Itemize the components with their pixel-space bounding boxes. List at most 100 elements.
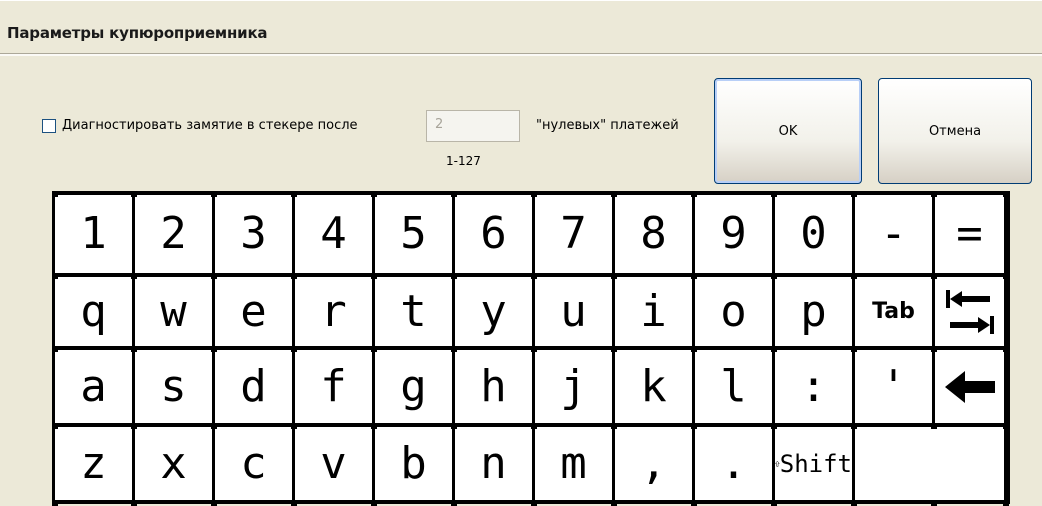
key-0[interactable]: 0 (775, 195, 852, 273)
key-label: 2 (160, 208, 187, 259)
diagnose-jam-checkbox[interactable] (42, 119, 56, 133)
key-s[interactable]: s (135, 350, 212, 423)
grid-dot (291, 346, 297, 352)
key-i[interactable]: i (615, 277, 692, 346)
key-label: = (956, 208, 983, 259)
key-minus[interactable]: - (855, 195, 932, 273)
ok-button[interactable]: OK (714, 78, 862, 184)
key-7[interactable]: 7 (535, 195, 612, 273)
key-label: g (400, 360, 427, 412)
key-equals[interactable]: = (935, 195, 1004, 273)
grid-dot (52, 423, 58, 429)
key-9[interactable]: 9 (695, 195, 772, 273)
grid-dot (771, 423, 777, 429)
cancel-button[interactable]: Отмена (878, 78, 1032, 184)
grid-dot (931, 273, 937, 279)
key-p[interactable]: p (775, 277, 852, 346)
grid-dot (451, 273, 457, 279)
key-a[interactable]: a (55, 350, 132, 423)
key-label: 0 (800, 208, 827, 259)
grid-dot (1003, 500, 1009, 506)
key-shift[interactable]: Shift (775, 427, 852, 500)
key-label: q (80, 285, 107, 337)
key-label: o (720, 285, 747, 337)
title-bar-edge (0, 0, 1042, 1)
key-label: c (240, 437, 267, 489)
grid-dot (291, 423, 297, 429)
key-b[interactable]: b (375, 427, 452, 500)
key-label: t (400, 285, 427, 337)
key-h[interactable]: h (455, 350, 532, 423)
grid-dot (371, 191, 377, 197)
key-5[interactable]: 5 (375, 195, 452, 273)
key-g[interactable]: g (375, 350, 452, 423)
key-label: u (560, 285, 587, 337)
key-8[interactable]: 8 (615, 195, 692, 273)
key-6[interactable]: 6 (455, 195, 532, 273)
key-backspace[interactable] (935, 350, 1004, 423)
key-f[interactable]: f (295, 350, 372, 423)
key-t[interactable]: t (375, 277, 452, 346)
key-tab-arrows[interactable] (935, 277, 1004, 346)
key-o[interactable]: o (695, 277, 772, 346)
backspace-arrow-icon (944, 370, 995, 403)
key-k[interactable]: k (615, 350, 692, 423)
key-shift-label: Shift (779, 449, 852, 478)
key-label: k (640, 360, 667, 412)
key-l[interactable]: l (695, 350, 772, 423)
key-2[interactable]: 2 (135, 195, 212, 273)
key-apostrophe[interactable]: ' (855, 350, 932, 423)
key-label: 7 (560, 208, 587, 259)
key-n[interactable]: n (455, 427, 532, 500)
key-r[interactable]: r (295, 277, 372, 346)
key-j[interactable]: j (535, 350, 612, 423)
key-tab[interactable]: Tab (855, 277, 932, 346)
key-u[interactable]: u (535, 277, 612, 346)
key-colon[interactable]: : (775, 350, 852, 423)
key-blank[interactable] (855, 427, 1004, 500)
grid-dot (451, 423, 457, 429)
key-4[interactable]: 4 (295, 195, 372, 273)
grid-dot (531, 191, 537, 197)
grid-dot (1003, 423, 1009, 429)
grid-dot (771, 346, 777, 352)
grid-dot (131, 346, 137, 352)
key-z[interactable]: z (55, 427, 132, 500)
grid-dot (691, 191, 697, 197)
grid-dot (371, 273, 377, 279)
grid-dot (131, 191, 137, 197)
tab-arrows-icon (945, 289, 994, 334)
grid-dot (291, 273, 297, 279)
key-label: s (160, 360, 187, 412)
key-w[interactable]: w (135, 277, 212, 346)
grid-dot (691, 346, 697, 352)
key-x[interactable]: x (135, 427, 212, 500)
key-d[interactable]: d (215, 350, 292, 423)
key-label: ' (880, 360, 907, 412)
grid-dot (211, 191, 217, 197)
key-label: 5 (400, 208, 427, 259)
grid-dot (611, 346, 617, 352)
key-3[interactable]: 3 (215, 195, 292, 273)
grid-dot (851, 273, 857, 279)
grid-dot (211, 273, 217, 279)
grid-dot (611, 500, 617, 506)
key-c[interactable]: c (215, 427, 292, 500)
key-comma[interactable]: , (615, 427, 692, 500)
key-1[interactable]: 1 (55, 195, 132, 273)
grid-dot (931, 500, 937, 506)
key-v[interactable]: v (295, 427, 372, 500)
null-payments-count-input[interactable]: 2 (426, 110, 520, 142)
grid-dot (131, 500, 137, 506)
grid-dot (851, 191, 857, 197)
key-e[interactable]: e (215, 277, 292, 346)
key-y[interactable]: y (455, 277, 532, 346)
key-q[interactable]: q (55, 277, 132, 346)
key-tab-label: Tab (872, 299, 915, 324)
key-period[interactable]: . (695, 427, 772, 500)
null-payments-label: "нулевых" платежей (536, 118, 679, 133)
grid-dot (611, 273, 617, 279)
key-m[interactable]: m (535, 427, 612, 500)
key-label: 4 (320, 208, 347, 259)
key-label: i (640, 285, 667, 337)
